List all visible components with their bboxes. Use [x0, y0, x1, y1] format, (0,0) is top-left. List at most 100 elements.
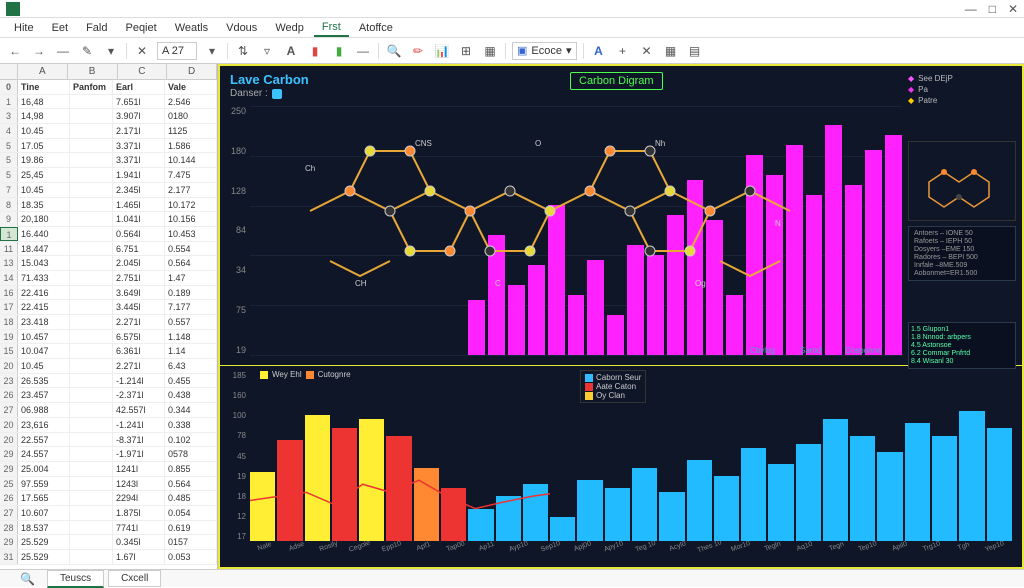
cell[interactable]: [70, 359, 113, 373]
cell[interactable]: 0.485: [165, 491, 217, 505]
table-row[interactable]: 1471.4332.751l1.47: [0, 271, 217, 286]
cell-reference[interactable]: A 27: [157, 42, 197, 60]
row-number[interactable]: 28: [0, 521, 18, 535]
menu-item[interactable]: Vdous: [218, 20, 265, 36]
table-row[interactable]: 1315.0432.045l0.564: [0, 256, 217, 271]
cell[interactable]: 19.86: [18, 153, 70, 167]
cell[interactable]: 7.475: [165, 168, 217, 182]
cell[interactable]: 3.907l: [113, 109, 165, 123]
menu-item[interactable]: Wedp: [267, 20, 312, 36]
style-dropdown[interactable]: ▣Ecoce▾: [512, 42, 577, 60]
row-number[interactable]: 27: [0, 403, 18, 417]
cell[interactable]: 6.43: [165, 359, 217, 373]
header-cell[interactable]: Tine: [18, 80, 70, 94]
cell[interactable]: 2.045l: [113, 256, 165, 270]
cell[interactable]: 18.35: [18, 198, 70, 212]
table-row[interactable]: 920,1801.041l10.156: [0, 212, 217, 227]
cell[interactable]: -1.241l: [113, 418, 165, 432]
brush-icon[interactable]: ✏: [409, 42, 427, 60]
fill-icon[interactable]: ▮: [306, 42, 324, 60]
row-number[interactable]: 3: [0, 109, 18, 123]
col-header[interactable]: C: [118, 64, 168, 79]
cell[interactable]: [70, 242, 113, 256]
maximize-button[interactable]: □: [989, 2, 996, 16]
table-row[interactable]: 517.053.371l1.586: [0, 139, 217, 154]
cell[interactable]: 18.537: [18, 521, 70, 535]
row-number[interactable]: 7: [0, 183, 18, 197]
close-button[interactable]: ✕: [1008, 2, 1018, 16]
cell[interactable]: 1.941l: [113, 168, 165, 182]
row-number[interactable]: 27: [0, 506, 18, 520]
cell[interactable]: 0.564: [165, 256, 217, 270]
menu-item[interactable]: Weatls: [167, 20, 216, 36]
cell[interactable]: 6.575l: [113, 330, 165, 344]
table-row[interactable]: 1622.4163.649l0.189: [0, 286, 217, 301]
cell[interactable]: 1243l: [113, 477, 165, 491]
cell[interactable]: 2.271l: [113, 315, 165, 329]
row-number[interactable]: 25: [0, 477, 18, 491]
cell[interactable]: -8.371l: [113, 433, 165, 447]
cell[interactable]: 06.988: [18, 403, 70, 417]
cell[interactable]: 1.875l: [113, 506, 165, 520]
cell[interactable]: 10.457: [18, 330, 70, 344]
cell[interactable]: -1.214l: [113, 374, 165, 388]
cell[interactable]: 0157: [165, 535, 217, 549]
cell[interactable]: 6.751: [113, 242, 165, 256]
back-icon[interactable]: ←: [6, 42, 24, 60]
cell[interactable]: 1.465l: [113, 198, 165, 212]
row-number[interactable]: 20: [0, 418, 18, 432]
cell[interactable]: 18.447: [18, 242, 70, 256]
row-number[interactable]: 8: [0, 198, 18, 212]
cell[interactable]: 0.189: [165, 286, 217, 300]
table-row[interactable]: 2706.98842.557l0.344: [0, 403, 217, 418]
table-row[interactable]: 2597.5591243l0.564: [0, 477, 217, 492]
cell[interactable]: 25.529: [18, 550, 70, 564]
cell[interactable]: 22.415: [18, 300, 70, 314]
cell[interactable]: [70, 535, 113, 549]
table-row[interactable]: 2925.0041241l0.855: [0, 462, 217, 477]
table-row[interactable]: 2924.557-1.971l0578: [0, 447, 217, 462]
row-number[interactable]: 20: [0, 433, 18, 447]
cell[interactable]: 10.453: [165, 227, 217, 241]
table-row[interactable]: 3125.5291.67l0.053: [0, 550, 217, 565]
cell[interactable]: 1.041l: [113, 212, 165, 226]
upper-chart[interactable]: Lave Carbon Danser : Carbon Digram 25018…: [220, 66, 1022, 366]
row-number[interactable]: 16: [0, 286, 18, 300]
table-row[interactable]: 1910.4576.575l1.148: [0, 330, 217, 345]
cell[interactable]: [70, 168, 113, 182]
down-icon[interactable]: ▾: [102, 42, 120, 60]
cell[interactable]: 23,616: [18, 418, 70, 432]
table-row[interactable]: 2710.6071.875l0.054: [0, 506, 217, 521]
cell[interactable]: 22.416: [18, 286, 70, 300]
table-row[interactable]: 2617.5652294l0.485: [0, 491, 217, 506]
cell[interactable]: 23.418: [18, 315, 70, 329]
menu-item[interactable]: Peqiet: [117, 20, 164, 36]
cell[interactable]: [70, 418, 113, 432]
x-link[interactable]: Cosponne: [845, 346, 881, 355]
cell[interactable]: [70, 344, 113, 358]
table-row[interactable]: 2023,616-1.241l0.338: [0, 418, 217, 433]
row-number[interactable]: 5: [0, 168, 18, 182]
row-number[interactable]: 18: [0, 315, 18, 329]
cell[interactable]: [70, 95, 113, 109]
lower-chart[interactable]: Wey Ehl Cutognre Caborn SeurAate CatonOy…: [220, 366, 1022, 561]
cell[interactable]: [70, 433, 113, 447]
cell[interactable]: 7.651l: [113, 95, 165, 109]
cell[interactable]: 0180: [165, 109, 217, 123]
sort-icon[interactable]: ⇅: [234, 42, 252, 60]
cell[interactable]: [70, 491, 113, 505]
cell[interactable]: [70, 506, 113, 520]
spreadsheet[interactable]: A B C D 0 Tine Panfom Earl Vale 116,487.…: [0, 64, 218, 569]
fill2-icon[interactable]: ▮: [330, 42, 348, 60]
plus-icon[interactable]: +: [614, 42, 632, 60]
row-number[interactable]: 4: [0, 124, 18, 138]
cell[interactable]: 1.586: [165, 139, 217, 153]
cell[interactable]: [70, 300, 113, 314]
cell[interactable]: 2.171l: [113, 124, 165, 138]
row-number[interactable]: 5: [0, 153, 18, 167]
table-row[interactable]: 2326.535-1.214l0.455: [0, 374, 217, 389]
cell[interactable]: 10.144: [165, 153, 217, 167]
cell[interactable]: [70, 550, 113, 564]
bold-icon[interactable]: A: [282, 42, 300, 60]
cell[interactable]: 0.619: [165, 521, 217, 535]
